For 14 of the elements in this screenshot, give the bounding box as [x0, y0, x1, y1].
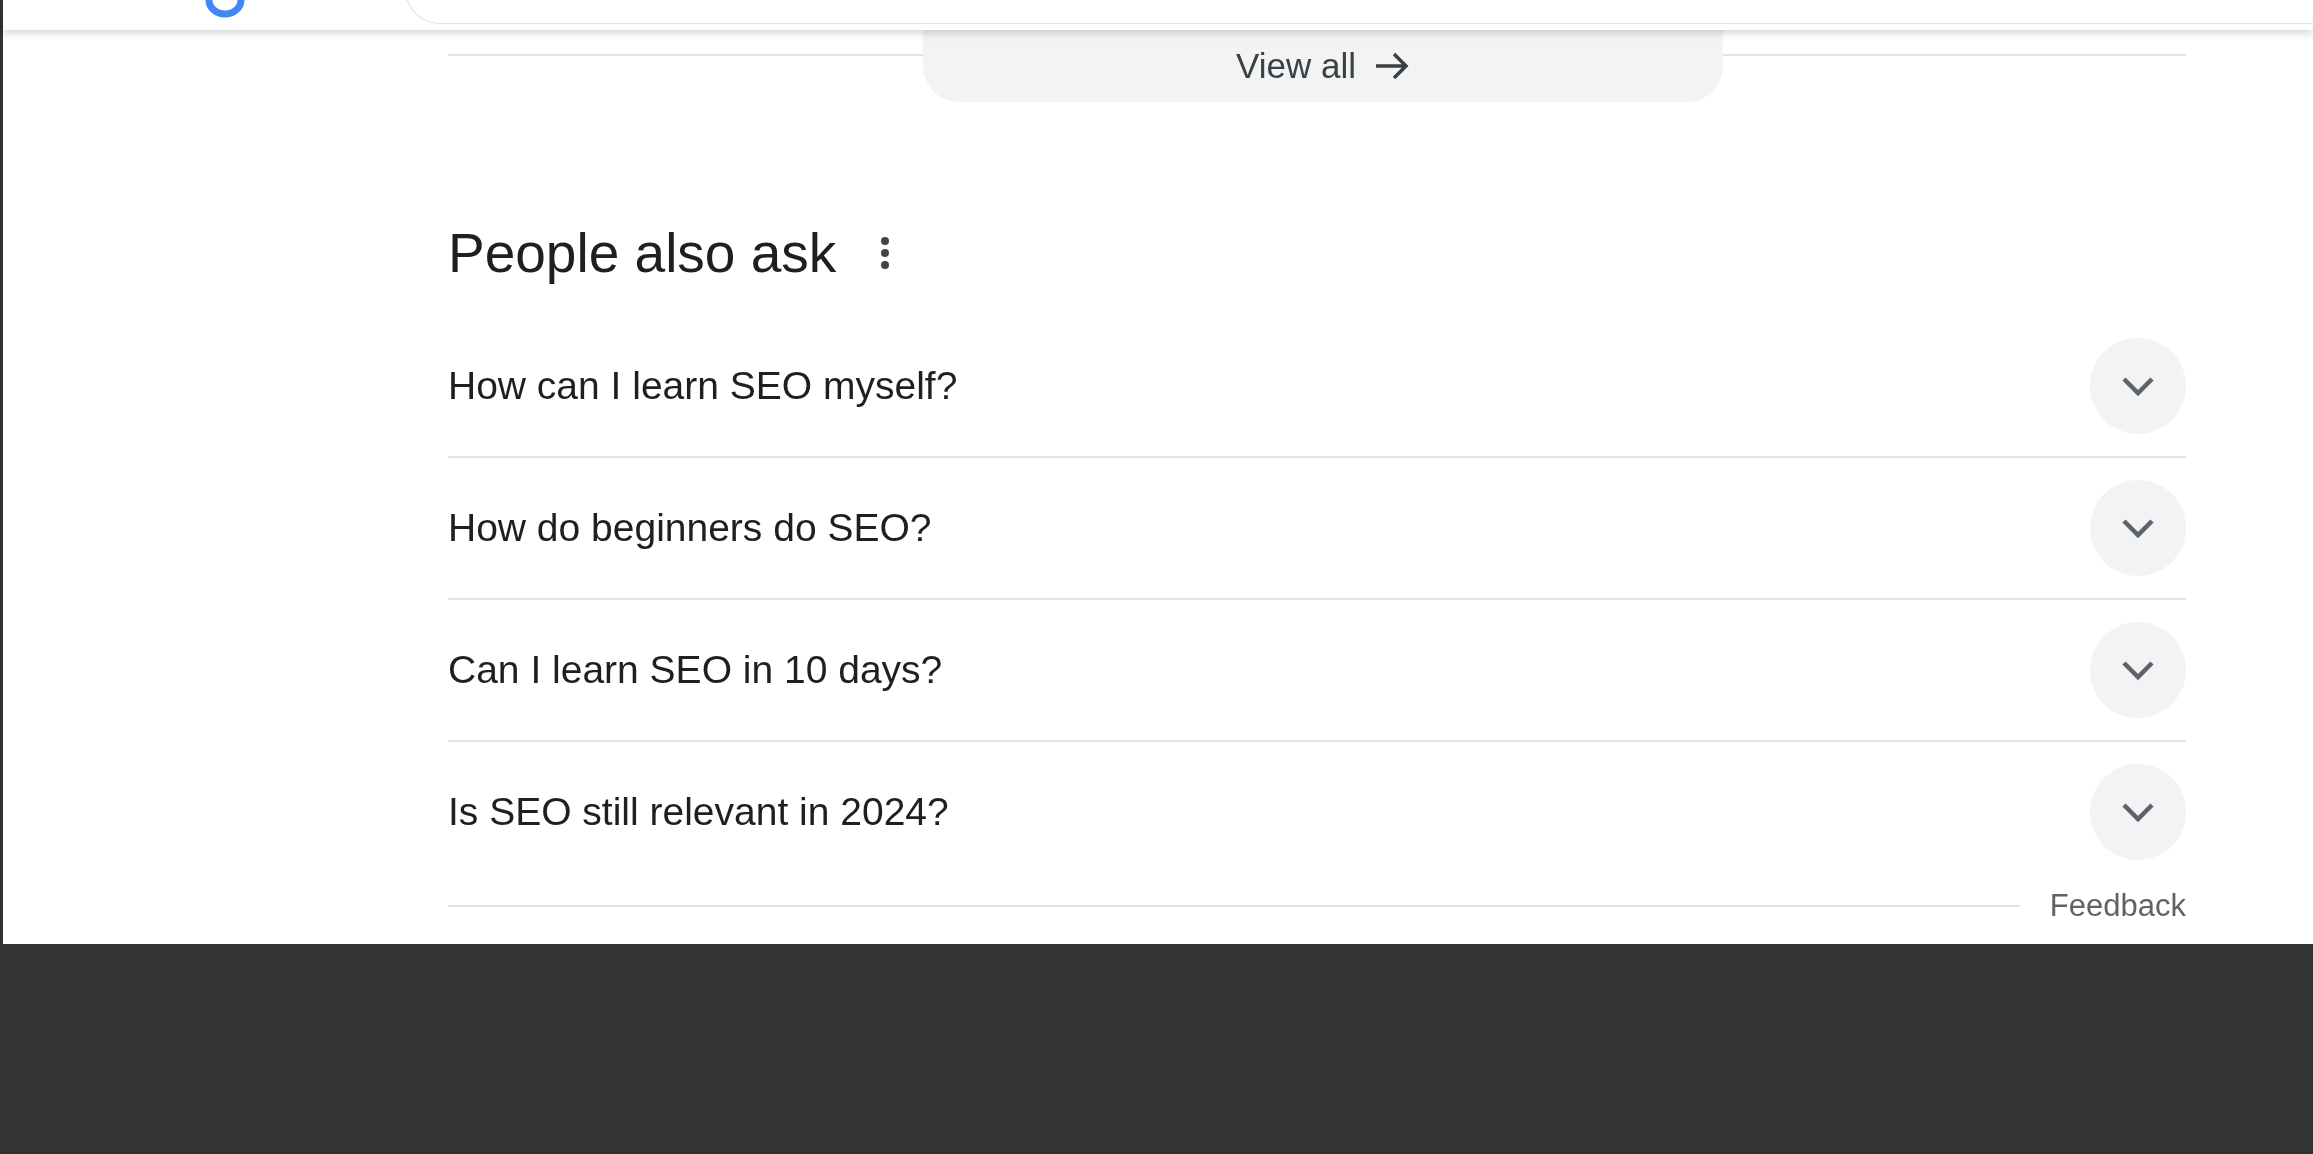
chevron-down-icon: [2121, 375, 2155, 397]
question-text: How do beginners do SEO?: [448, 506, 932, 550]
question-text: Is SEO still relevant in 2024?: [448, 790, 949, 834]
question-text: Can I learn SEO in 10 days?: [448, 648, 943, 692]
logo-icon: [205, 0, 245, 18]
arrow-right-icon: [1374, 51, 1410, 81]
chevron-down-icon: [2121, 659, 2155, 681]
chevron-down-icon: [2121, 517, 2155, 539]
feedback-link[interactable]: Feedback: [2049, 888, 2186, 924]
chevron-down-icon: [2121, 801, 2155, 823]
question-text: How can I learn SEO myself?: [448, 364, 958, 408]
more-options-icon[interactable]: [880, 236, 891, 270]
section-heading: People also ask: [448, 221, 837, 286]
view-all-button[interactable]: View all: [923, 30, 1723, 102]
